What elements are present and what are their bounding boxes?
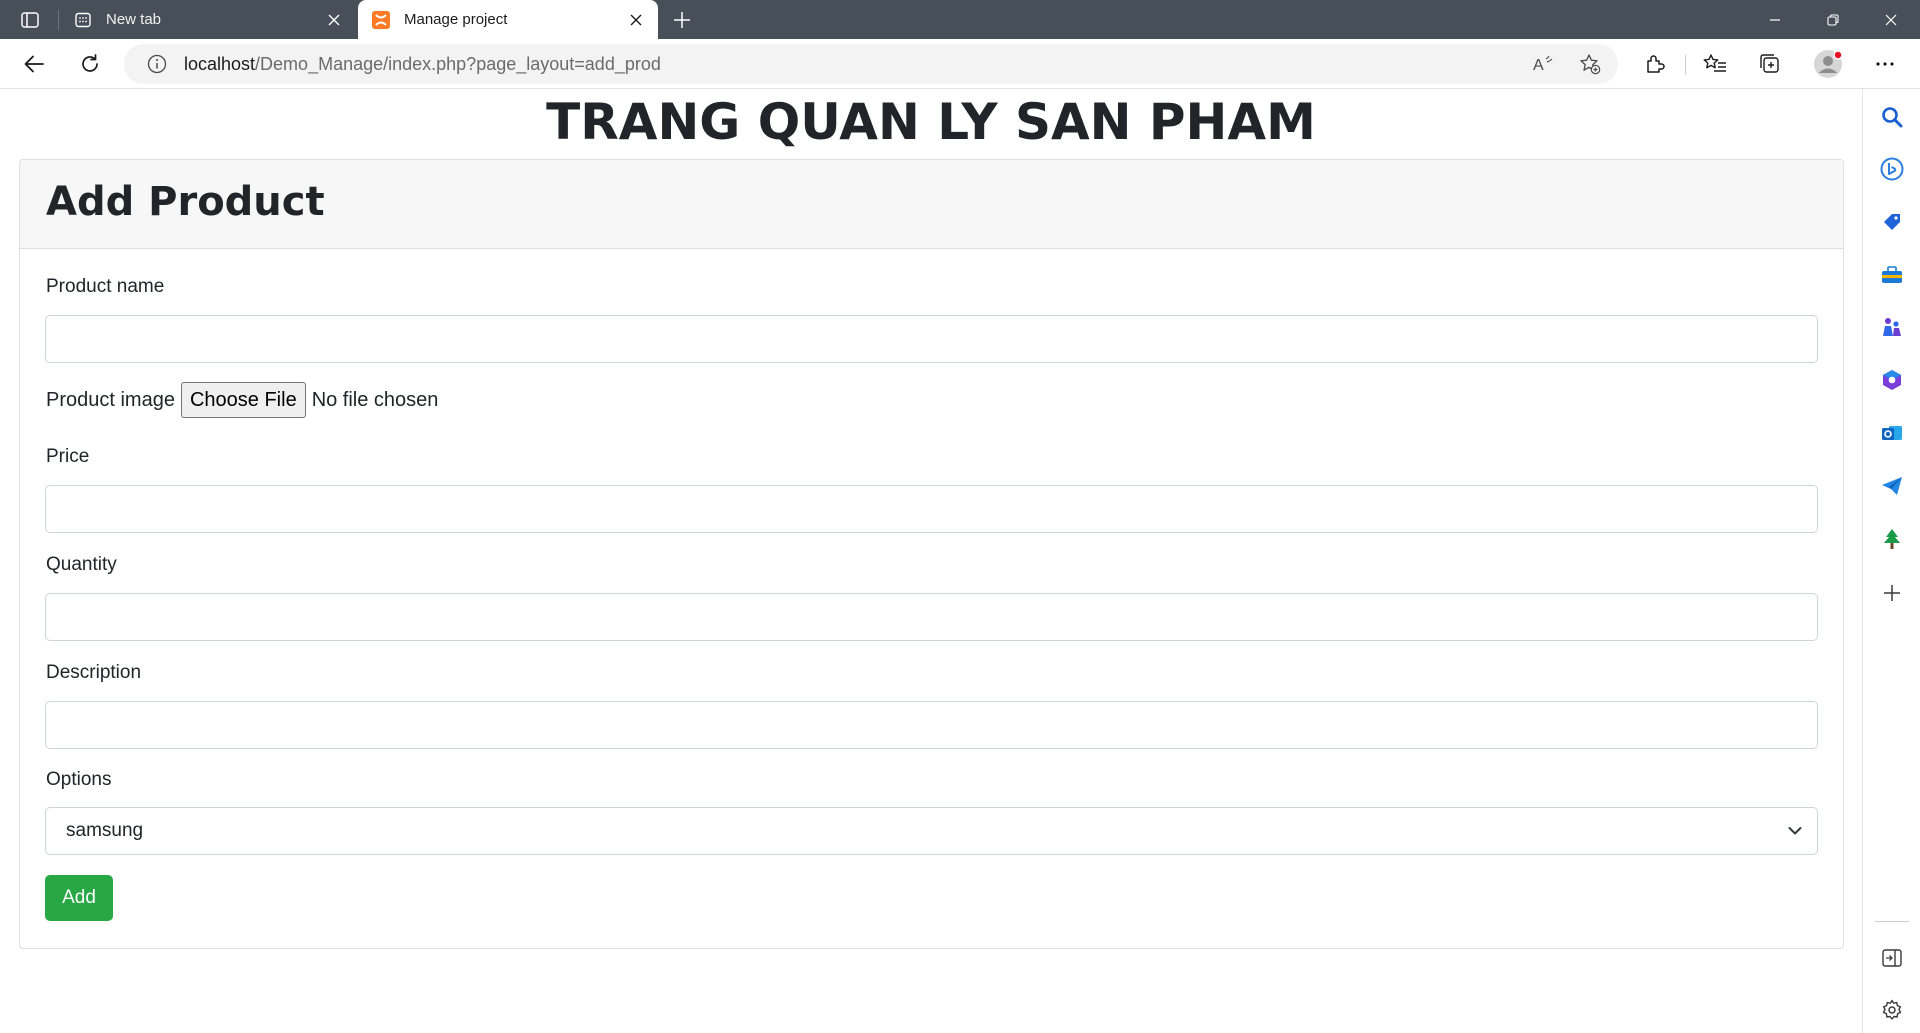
extensions-icon[interactable] bbox=[1637, 48, 1671, 80]
collections-icon[interactable] bbox=[1753, 48, 1787, 80]
search-icon[interactable] bbox=[1877, 102, 1907, 132]
shopping-tag-icon[interactable] bbox=[1877, 207, 1907, 237]
xampp-icon bbox=[372, 10, 390, 29]
tab-title: New tab bbox=[106, 11, 162, 28]
bing-chat-icon[interactable] bbox=[1877, 154, 1907, 184]
card-title: Add Product bbox=[46, 179, 325, 225]
read-aloud-icon[interactable]: A bbox=[1528, 48, 1560, 80]
options-selected-value: samsung bbox=[66, 820, 144, 841]
tab-separator bbox=[58, 10, 59, 30]
options-label: Options bbox=[46, 769, 112, 790]
site-info-icon[interactable] bbox=[146, 53, 168, 75]
product-image-row: Product image Choose File No file chosen bbox=[46, 382, 438, 418]
price-label: Price bbox=[46, 446, 90, 467]
description-input[interactable] bbox=[45, 701, 1818, 749]
tab-new-tab[interactable]: New tab bbox=[60, 0, 356, 39]
close-tab-icon[interactable] bbox=[320, 6, 348, 34]
split-screen-icon[interactable] bbox=[1877, 943, 1907, 973]
chevron-down-icon bbox=[1785, 821, 1805, 841]
tools-icon[interactable] bbox=[1877, 260, 1907, 290]
tab-manage-project[interactable]: Manage project bbox=[358, 0, 658, 39]
url-text: localhost/Demo_Manage/index.php?page_lay… bbox=[184, 54, 661, 75]
toolbar-divider bbox=[1685, 55, 1686, 75]
file-status-text: No file chosen bbox=[311, 388, 439, 411]
price-input[interactable] bbox=[45, 485, 1818, 533]
close-window-icon[interactable] bbox=[1862, 0, 1920, 39]
card-header: Add Product bbox=[20, 160, 1843, 249]
add-product-card: Add Product Product name Product image C… bbox=[19, 159, 1844, 949]
tab-title: Manage project bbox=[404, 11, 508, 28]
close-tab-icon[interactable] bbox=[622, 6, 650, 34]
product-name-input[interactable] bbox=[45, 315, 1818, 363]
add-favorite-icon[interactable] bbox=[1574, 48, 1606, 80]
minimize-icon[interactable] bbox=[1746, 0, 1804, 39]
outlook-icon[interactable] bbox=[1877, 418, 1907, 448]
back-icon[interactable] bbox=[17, 48, 51, 80]
browser-toolbar: localhost/Demo_Manage/index.php?page_lay… bbox=[0, 39, 1920, 89]
url-host: localhost bbox=[184, 53, 256, 74]
profile-avatar[interactable] bbox=[1812, 48, 1844, 80]
address-bar[interactable]: localhost/Demo_Manage/index.php?page_lay… bbox=[124, 44, 1618, 84]
product-name-label: Product name bbox=[46, 276, 165, 297]
new-tab-icon bbox=[74, 11, 92, 29]
refresh-icon[interactable] bbox=[73, 48, 107, 80]
description-label: Description bbox=[46, 662, 142, 683]
product-image-label: Product image bbox=[46, 388, 175, 411]
microsoft365-icon[interactable] bbox=[1877, 365, 1907, 395]
add-button[interactable]: Add bbox=[45, 875, 113, 921]
window-controls bbox=[1746, 0, 1920, 39]
url-path: /Demo_Manage/index.php?page_layout=add_p… bbox=[255, 53, 661, 74]
restore-icon[interactable] bbox=[1804, 0, 1862, 39]
choose-file-button[interactable]: Choose File bbox=[180, 382, 306, 418]
quantity-input[interactable] bbox=[45, 593, 1818, 641]
new-tab-button[interactable] bbox=[668, 6, 696, 34]
options-select[interactable]: samsung bbox=[45, 807, 1818, 855]
more-options-icon[interactable] bbox=[1868, 48, 1902, 80]
browser-tab-bar: New tab Manage project bbox=[0, 0, 1920, 39]
add-icon[interactable] bbox=[1877, 578, 1907, 608]
games-icon[interactable] bbox=[1877, 312, 1907, 342]
edge-sidebar bbox=[1862, 89, 1920, 1033]
tree-icon[interactable] bbox=[1877, 524, 1907, 554]
page-content: TRANG QUAN LY SAN PHAM Add Product Produ… bbox=[0, 89, 1862, 1033]
page-title: TRANG QUAN LY SAN PHAM bbox=[546, 93, 1316, 151]
favorites-icon[interactable] bbox=[1698, 48, 1732, 80]
svg-text:A: A bbox=[1533, 57, 1544, 74]
sidebar-divider bbox=[1875, 921, 1909, 922]
tab-actions-icon[interactable] bbox=[14, 8, 46, 32]
settings-icon[interactable] bbox=[1877, 995, 1907, 1025]
telegram-icon[interactable] bbox=[1877, 471, 1907, 501]
quantity-label: Quantity bbox=[46, 554, 117, 575]
